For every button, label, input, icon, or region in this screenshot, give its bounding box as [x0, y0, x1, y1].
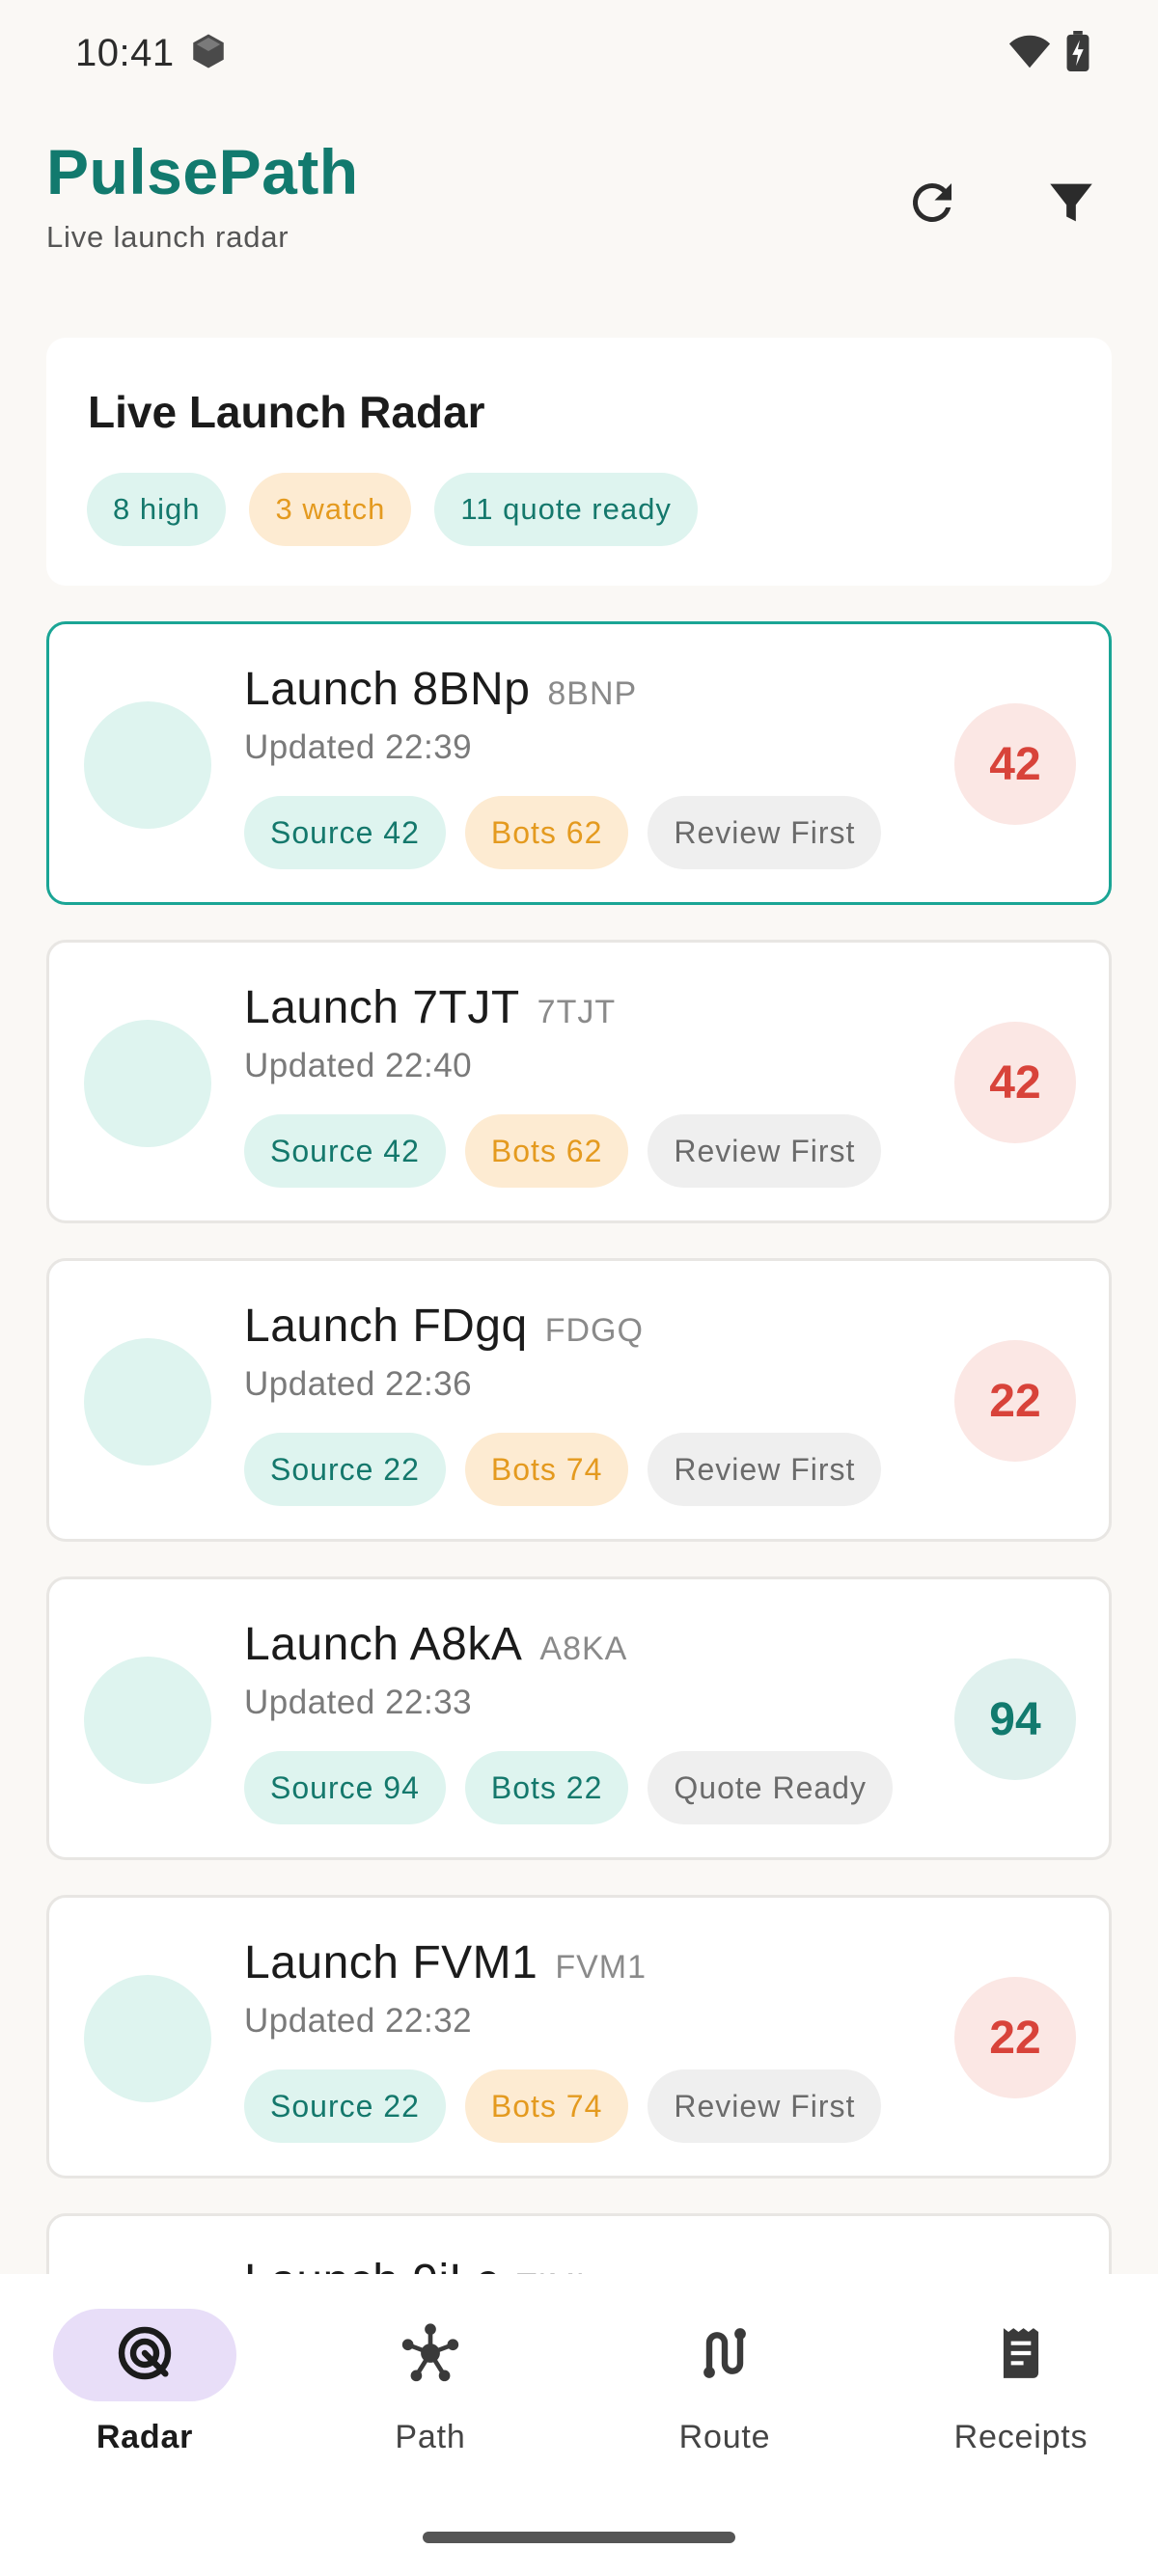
bots-tag: Bots 22: [464, 1751, 629, 1824]
nav-icon-pill: [929, 2309, 1113, 2401]
filter-icon: [1043, 175, 1099, 235]
status-tag: Quote Ready: [648, 1751, 893, 1824]
route-icon: [694, 2322, 756, 2389]
launch-card[interactable]: Launch FVM1 FVM1 Updated 22:32 Source 22…: [46, 1895, 1112, 2179]
nav-item-route[interactable]: Route: [580, 2309, 869, 2473]
launch-updated: Updated 22:39: [244, 728, 473, 766]
launch-ticker: FDGQ: [544, 1312, 644, 1349]
launch-name-row: Launch A8kA A8KA: [244, 1618, 627, 1671]
launch-updated: Updated 22:32: [244, 2002, 473, 2040]
nav-item-radar[interactable]: Radar: [0, 2309, 290, 2473]
status-left: 10:41: [75, 31, 229, 76]
score-badge: 22: [954, 1340, 1076, 1462]
nav-label: Receipts: [953, 2419, 1089, 2455]
status-tag: Review First: [648, 796, 882, 869]
source-tag: Source 42: [244, 796, 446, 869]
launch-ticker: A8KA: [539, 1631, 628, 1667]
app-subtitle: Live launch radar: [46, 220, 290, 254]
launch-avatar: [84, 1975, 211, 2102]
launch-avatar: [84, 701, 211, 829]
high-count-chip[interactable]: 8 high: [87, 473, 227, 546]
receipt-icon: [991, 2323, 1051, 2388]
launch-card[interactable]: Launch FDgq FDGQ Updated 22:36 Source 22…: [46, 1258, 1112, 1542]
score-badge: 22: [954, 1977, 1076, 2098]
home-indicator[interactable]: [423, 2532, 735, 2543]
bots-tag: Bots 62: [464, 1114, 629, 1188]
status-tag: Review First: [648, 1433, 882, 1506]
launch-name-row: Launch FDgq FDGQ: [244, 1300, 644, 1353]
launch-title: Launch A8kA: [244, 1619, 523, 1670]
launch-tags: Source 94 Bots 22 Quote Ready: [244, 1751, 893, 1824]
launch-updated: Updated 22:33: [244, 1684, 473, 1721]
status-right: [1007, 30, 1090, 76]
launch-avatar: [84, 1657, 211, 1784]
score-badge: 94: [954, 1658, 1076, 1780]
radar-icon: [114, 2322, 176, 2389]
filter-button[interactable]: [1031, 164, 1112, 245]
nav-item-receipts[interactable]: Receipts: [876, 2309, 1158, 2473]
score-badge: 42: [954, 703, 1076, 825]
refresh-button[interactable]: [892, 164, 973, 245]
bots-tag: Bots 62: [464, 796, 629, 869]
header-actions: [892, 164, 1112, 245]
launch-tags: Source 42 Bots 62 Review First: [244, 1114, 882, 1188]
launch-tags: Source 22 Bots 74 Review First: [244, 1433, 882, 1506]
shield-icon: [188, 31, 229, 76]
nav-label: Radar: [96, 2419, 194, 2455]
launch-updated: Updated 22:40: [244, 1047, 473, 1084]
source-tag: Source 22: [244, 2069, 446, 2143]
score-badge: 42: [954, 1022, 1076, 1143]
summary-title: Live Launch Radar: [88, 387, 485, 437]
launch-avatar: [84, 1338, 211, 1466]
source-tag: Source 42: [244, 1114, 446, 1188]
summary-card: Live Launch Radar 8 high 3 watch 11 quot…: [46, 338, 1112, 586]
quote-ready-count-chip[interactable]: 11 quote ready: [434, 473, 698, 546]
launch-title: Launch FDgq: [244, 1301, 528, 1352]
launch-title: Launch 7TJT: [244, 982, 520, 1033]
source-tag: Source 22: [244, 1433, 446, 1506]
nav-label: Route: [678, 2419, 771, 2455]
launch-ticker: FVM1: [555, 1949, 648, 1986]
app-header: PulsePath Live launch radar: [46, 135, 1112, 260]
hub-icon: [397, 2319, 464, 2392]
launch-ticker: 8BNP: [547, 675, 638, 712]
launch-avatar: [84, 1020, 211, 1147]
nav-item-path[interactable]: Path: [286, 2309, 575, 2473]
launch-title: Launch FVM1: [244, 1937, 538, 1988]
battery-icon: [1065, 30, 1090, 76]
source-tag: Source 94: [244, 1751, 446, 1824]
launch-tags: Source 22 Bots 74 Review First: [244, 2069, 882, 2143]
launch-ticker: 7TJT: [537, 994, 617, 1030]
status-time: 10:41: [75, 31, 175, 74]
app-title: PulsePath: [46, 136, 359, 207]
launch-updated: Updated 22:36: [244, 1365, 473, 1403]
bots-tag: Bots 74: [464, 1433, 629, 1506]
refresh-icon: [903, 174, 961, 236]
summary-chips: 8 high 3 watch 11 quote ready: [87, 473, 698, 546]
wifi-icon: [1007, 32, 1052, 75]
bots-tag: Bots 74: [464, 2069, 629, 2143]
launch-card[interactable]: Launch 8BNp 8BNP Updated 22:39 Source 42…: [46, 621, 1112, 905]
launch-name-row: Launch 8BNp 8BNP: [244, 663, 637, 716]
watch-count-chip[interactable]: 3 watch: [249, 473, 412, 546]
nav-icon-pill: [339, 2309, 522, 2401]
status-bar: 10:41: [0, 0, 1158, 106]
launch-name-row: Launch FVM1 FVM1: [244, 1936, 647, 1989]
launch-title: Launch 8BNp: [244, 664, 531, 715]
nav-label: Path: [395, 2419, 466, 2455]
launch-card[interactable]: Launch 7TJT 7TJT Updated 22:40 Source 42…: [46, 940, 1112, 1223]
status-tag: Review First: [648, 1114, 882, 1188]
nav-icon-pill: [53, 2309, 236, 2401]
nav-icon-pill: [633, 2309, 816, 2401]
launch-name-row: Launch 7TJT 7TJT: [244, 981, 616, 1034]
launch-tags: Source 42 Bots 62 Review First: [244, 796, 882, 869]
status-tag: Review First: [648, 2069, 882, 2143]
launch-card[interactable]: Launch A8kA A8KA Updated 22:33 Source 94…: [46, 1576, 1112, 1860]
